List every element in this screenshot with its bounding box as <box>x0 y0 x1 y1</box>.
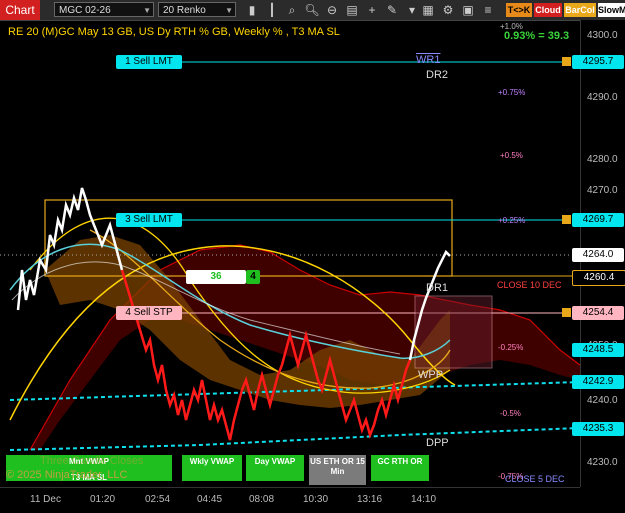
time-tick: 08:08 <box>249 494 275 505</box>
sell-lmt-1-label[interactable]: 1 Sell LMT <box>116 55 182 69</box>
tk-toggle[interactable]: T<>K <box>506 3 532 17</box>
grid-icon[interactable]: ▣ <box>460 2 476 18</box>
wpp-label: WPP <box>418 369 444 381</box>
price-tick: 4230.0 <box>587 457 618 468</box>
pct-minus-025-label: -0.25% <box>498 343 524 352</box>
order-count-badge[interactable]: 4 <box>246 270 260 284</box>
bar-type-select[interactable]: 20 Renko ▼ <box>158 2 236 17</box>
price-chart[interactable] <box>0 20 580 487</box>
pct-plus-1-label: +1.0% <box>500 22 523 31</box>
zoom-icon[interactable]: 🔍︎ <box>304 2 320 18</box>
order-x-marker <box>562 308 571 317</box>
sell-stp-4-label[interactable]: 4 Sell STP <box>116 306 182 320</box>
close-5dec-label: CLOSE 5 DEC <box>505 474 565 484</box>
candles-icon[interactable]: ┃ <box>264 2 280 18</box>
pink-range-box <box>414 295 493 369</box>
sell-lmt-1-price-tag: 4295.7 <box>572 55 624 69</box>
time-tick: 13:16 <box>357 494 383 505</box>
dr2-label: DR2 <box>426 69 449 81</box>
dom-icon[interactable]: ≡ <box>480 2 496 18</box>
instrument-value: MGC 02-26 <box>59 5 111 16</box>
order-x-marker <box>562 215 571 224</box>
level-4242-tag: 4242.9 <box>572 375 624 389</box>
sell-lmt-3-price-tag: 4269.7 <box>572 213 624 227</box>
indicator-caption: RE 20 (M)GC May 13 GB, US Dy RTH % GB, W… <box>8 26 340 38</box>
price-tick: 4240.0 <box>587 395 618 406</box>
time-axis[interactable]: 11 Dec 01:20 02:54 04:45 08:08 10:30 13:… <box>0 487 580 513</box>
level-4248-tag: 4248.5 <box>572 343 624 357</box>
price-tick: 4300.0 <box>587 30 618 41</box>
time-tick: 10:30 <box>303 494 329 505</box>
zoom-out-icon[interactable]: ⊖ <box>324 2 340 18</box>
time-tick: 04:45 <box>197 494 223 505</box>
time-tick: 14:10 <box>411 494 437 505</box>
price-tick: 4280.0 <box>587 154 618 165</box>
crosshair-icon[interactable]: + <box>364 2 380 18</box>
pct-minus-05-label: -0.5% <box>500 409 521 418</box>
order-x-marker <box>562 57 571 66</box>
gc-rth-or-button[interactable]: GC RTH OR <box>371 455 429 481</box>
cloud-toggle[interactable]: Cloud <box>534 3 562 17</box>
close-10dec-label: CLOSE 10 DEC <box>497 280 562 290</box>
dr1-label: DR1 <box>426 282 449 294</box>
time-tick: 11 Dec <box>30 494 61 505</box>
pct-plus-05-label: +0.5% <box>500 151 523 160</box>
barcol-toggle[interactable]: BarCol <box>564 3 596 17</box>
dpp-line <box>9 427 580 451</box>
instrument-select[interactable]: MGC 02-26 ▼ <box>54 2 154 17</box>
draw-menu-icon[interactable]: ▾ <box>404 2 420 18</box>
pct-plus-025-label: +0.25% <box>498 216 526 225</box>
bar-type-value: 20 Renko <box>163 5 206 16</box>
slowm-toggle[interactable]: SlowM <box>598 3 625 17</box>
time-tick: 01:20 <box>90 494 116 505</box>
us-eth-or-button[interactable]: US ETH OR 15 Min <box>309 455 366 485</box>
order-quantity-field[interactable]: 36 <box>186 270 246 284</box>
dpp-label: DPP <box>426 437 449 449</box>
weekly-change-stat: 0.93% = 39.3 <box>504 30 570 42</box>
copyright-text: © 2025 NinjaTrader, LLC <box>6 469 128 481</box>
chevron-down-icon: ▼ <box>225 6 233 15</box>
strategy-icon[interactable]: ⚙ <box>440 2 456 18</box>
pct-plus-075-label: +0.75% <box>498 88 526 97</box>
sell-lmt-3-label[interactable]: 3 Sell LMT <box>116 213 182 227</box>
bar-chart-icon[interactable]: ▮ <box>244 2 260 18</box>
last-price-tag: 4264.0 <box>572 248 624 262</box>
wr1-label: WR1 <box>416 54 441 66</box>
chart-toolbar: Chart MGC 02-26 ▼ 20 Renko ▼ ▮ ┃ ⌕ 🔍︎ ⊖ ▤ … <box>0 0 625 21</box>
day-vwap-button[interactable]: Day VWAP <box>246 455 304 481</box>
price-tick: 4270.0 <box>587 185 618 196</box>
price-tick: 4290.0 <box>587 92 618 103</box>
template-icon[interactable]: ▦ <box>420 2 436 18</box>
level-4260-tag: 4260.4 <box>572 270 625 286</box>
chevron-down-icon: ▼ <box>143 6 151 15</box>
time-tick: 02:54 <box>145 494 171 505</box>
properties-icon[interactable]: ▤ <box>344 2 360 18</box>
watermark-text: Three Candle Closes <box>40 455 144 467</box>
level-4235-tag: 4235.3 <box>572 422 624 436</box>
sell-stp-4-price-tag: 4254.4 <box>572 306 624 320</box>
drawing-tool-icon[interactable]: ✎ <box>384 2 400 18</box>
wkly-vwap-button[interactable]: Wkly VWAP <box>182 455 242 481</box>
chart-tab[interactable]: Chart <box>0 0 40 20</box>
ruler-icon[interactable]: ⌕ <box>284 2 300 18</box>
